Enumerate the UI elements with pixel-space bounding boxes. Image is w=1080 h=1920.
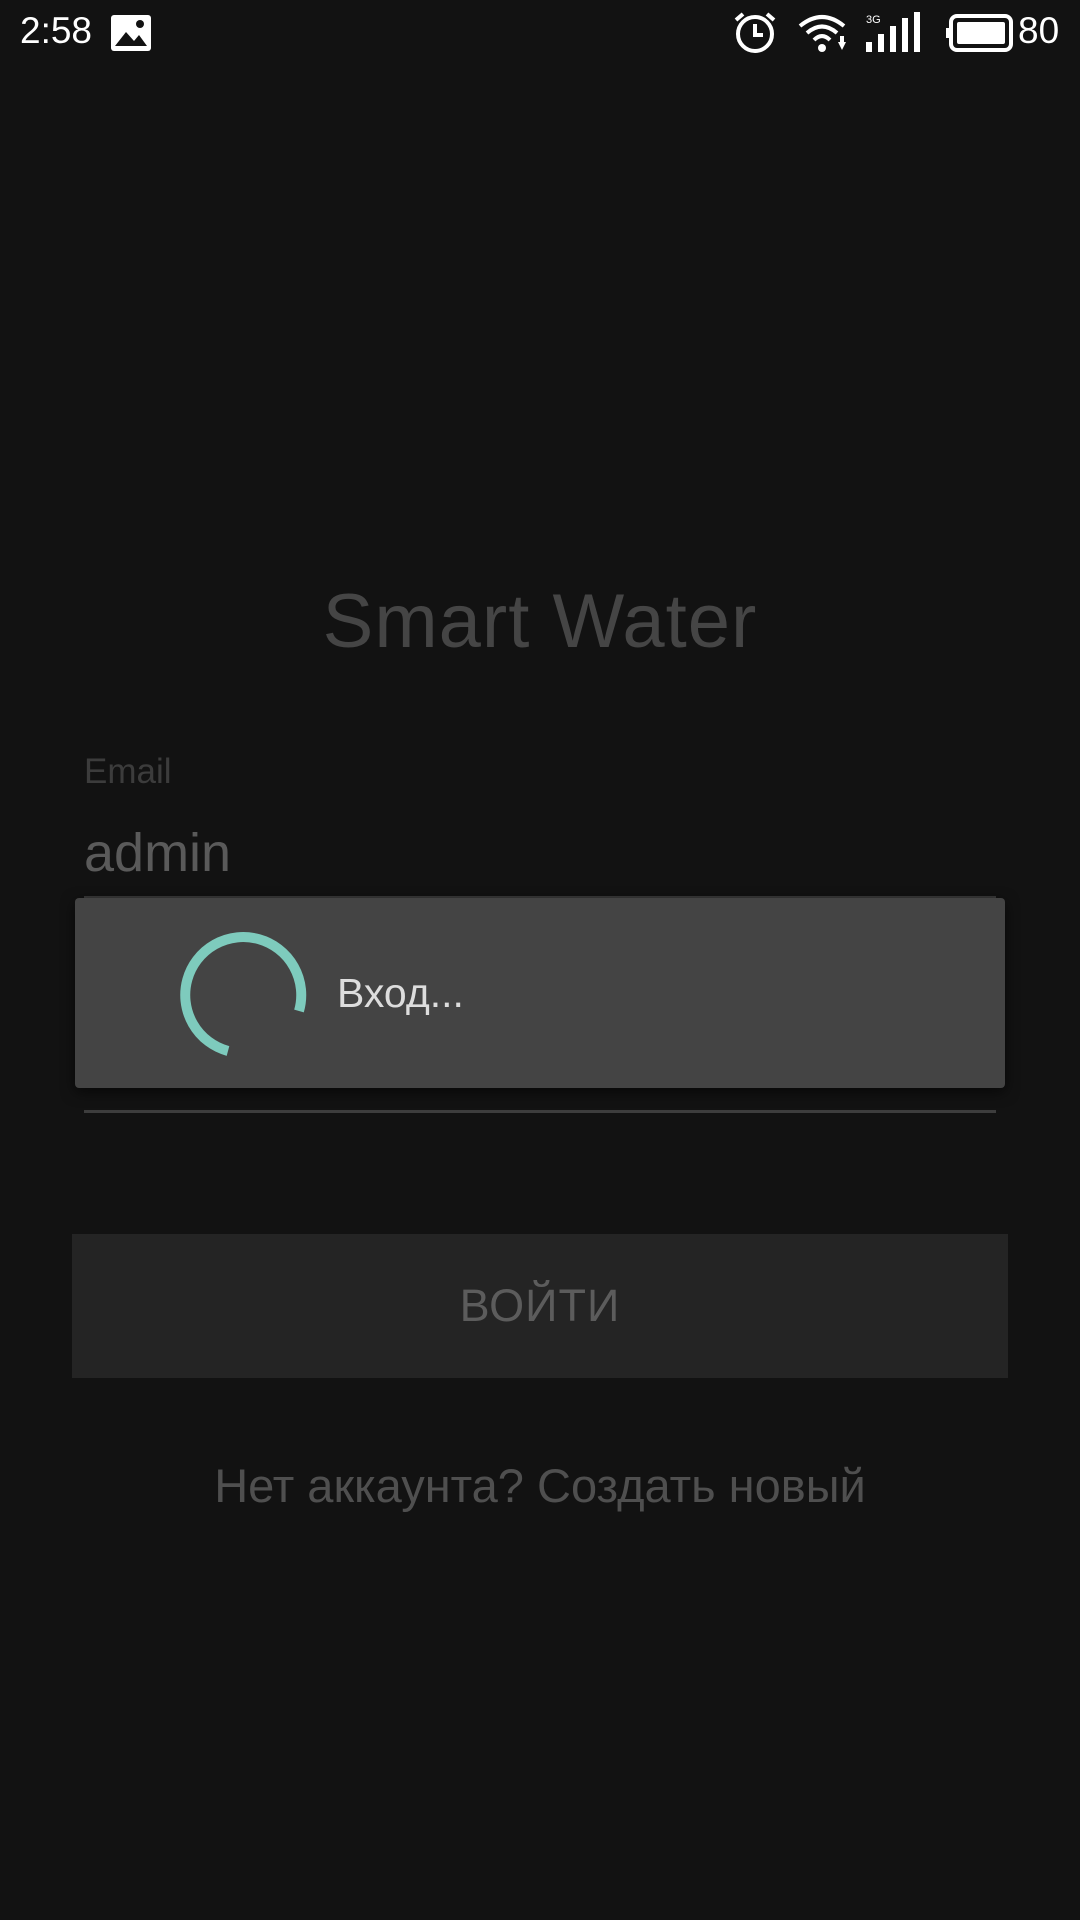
wifi-icon <box>798 15 846 52</box>
app-title: Smart Water <box>322 579 758 664</box>
battery-icon <box>946 14 1013 52</box>
loading-spinner-icon <box>180 932 307 1056</box>
progress-message: Вход... <box>337 970 464 1016</box>
gallery-icon <box>111 15 151 51</box>
network-type-label: 3G <box>866 14 881 26</box>
email-field[interactable]: admin <box>84 822 231 884</box>
signal-icon: 3G <box>866 12 920 52</box>
battery-percent: 80 <box>1018 10 1060 51</box>
progress-dialog: Вход... <box>75 898 1005 1088</box>
status-bar: 2:58 3G 80 <box>0 0 1080 66</box>
login-button[interactable]: ВОЙТИ <box>72 1234 1008 1378</box>
email-field-label: Email <box>84 752 172 791</box>
signup-link[interactable]: Нет аккаунта? Создать новый <box>0 1458 1080 1513</box>
alarm-icon <box>734 12 776 53</box>
password-field-underline[interactable] <box>84 1110 996 1113</box>
status-time: 2:58 <box>20 10 93 51</box>
